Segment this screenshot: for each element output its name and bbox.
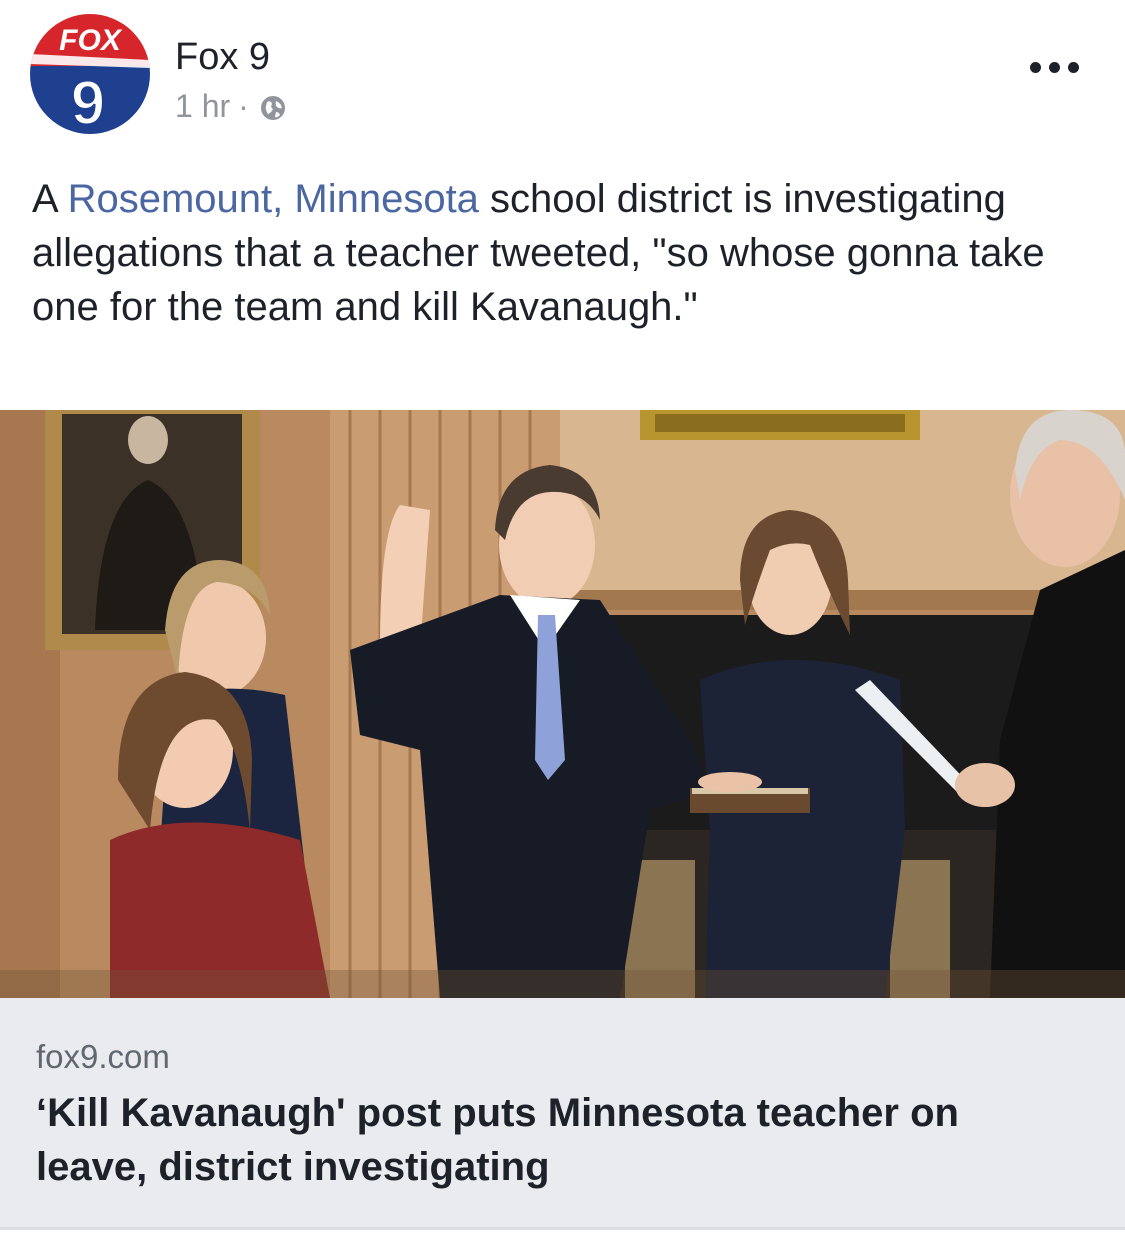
post-text: A Rosemount, Minnesota school district i… (32, 172, 1092, 334)
page-avatar[interactable]: FOX 9 (30, 14, 150, 134)
avatar-logo-number: 9 (71, 69, 105, 134)
post-header: FOX 9 Fox 9 1 hr · (0, 0, 1125, 160)
globe-icon (259, 93, 287, 121)
avatar-logo-text: FOX (59, 24, 123, 57)
meta-separator: · (238, 88, 249, 124)
more-dot (1030, 61, 1041, 73)
more-dot (1068, 61, 1079, 73)
more-dot (1049, 61, 1060, 73)
post-meta: 1 hr · (175, 88, 287, 125)
link-domain: fox9.com (36, 1038, 170, 1075)
post-photo[interactable] (0, 410, 1125, 998)
page-name[interactable]: Fox 9 (175, 36, 270, 79)
link-preview[interactable]: fox9.com ‘Kill Kavanaugh' post puts Minn… (0, 998, 1125, 1230)
post-text-before: A (32, 177, 68, 221)
post-time[interactable]: 1 hr (175, 88, 230, 125)
link-headline[interactable]: ‘Kill Kavanaugh' post puts Minnesota tea… (36, 1086, 1076, 1194)
more-options-icon[interactable] (1030, 52, 1086, 82)
location-link[interactable]: Rosemount, Minnesota (68, 177, 479, 221)
